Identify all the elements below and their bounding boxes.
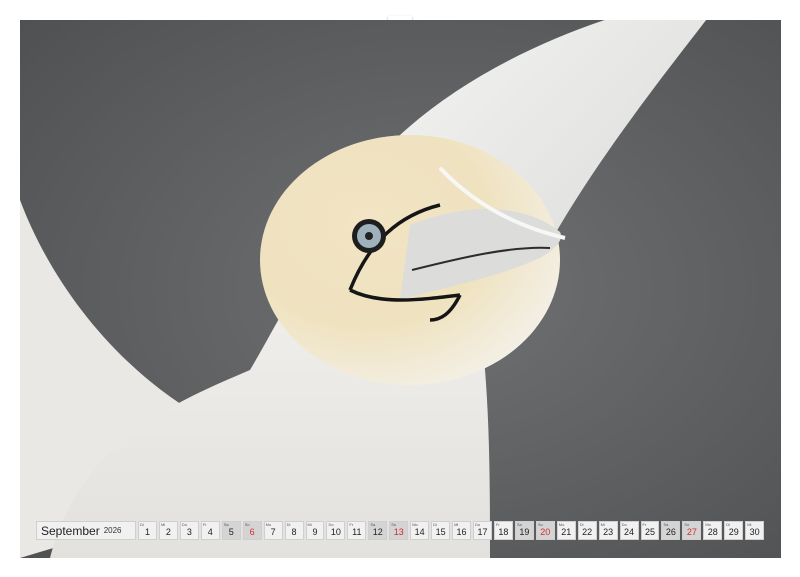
day-cell: Mo 7 [263, 521, 283, 540]
day-number: 27 [686, 527, 697, 537]
day-number: 29 [728, 527, 739, 537]
day-number: 24 [624, 527, 635, 537]
day-cell: So 6 [242, 521, 262, 540]
day-number: 11 [352, 527, 362, 537]
day-cell: Do 10 [326, 521, 346, 540]
day-number: 8 [291, 527, 297, 537]
day-number: 20 [540, 527, 551, 537]
day-number: 23 [603, 527, 614, 537]
day-number: 2 [165, 527, 171, 537]
day-cell: Mo 14 [410, 521, 430, 540]
day-cell: Mi 30 [745, 521, 765, 540]
day-cell: Sa 19 [514, 521, 534, 540]
day-cell: Fr 11 [347, 521, 367, 540]
day-cell: Di 15 [431, 521, 451, 540]
day-number: 12 [372, 527, 383, 537]
day-cell: Sa 5 [221, 521, 241, 540]
day-cell: Di 8 [284, 521, 304, 540]
calendar-strip: September 2026 Di 1 Mi 2 Do 3 Fr 4 Sa 5 So 6 Mo 7 Di 8 M… [36, 521, 765, 540]
day-number: 3 [186, 527, 192, 537]
day-number: 7 [270, 527, 276, 537]
day-number: 28 [707, 527, 718, 537]
day-number: 16 [456, 527, 467, 537]
day-cell: Di 29 [724, 521, 744, 540]
day-number: 22 [582, 527, 593, 537]
day-cell: Do 3 [179, 521, 199, 540]
day-number: 17 [477, 527, 488, 537]
day-cell: Fr 18 [493, 521, 513, 540]
day-number: 5 [228, 527, 234, 537]
day-cell: Fr 25 [640, 521, 660, 540]
day-cell: Do 17 [473, 521, 492, 540]
day-cell: Mi 16 [452, 521, 471, 540]
day-cell: Sa 12 [368, 521, 388, 540]
pupil [365, 232, 373, 240]
day-cell: So 27 [682, 521, 702, 540]
year: 2026 [103, 526, 122, 535]
month-name: September [41, 523, 100, 538]
day-cell: Di 1 [138, 521, 157, 540]
day-number: 13 [393, 527, 404, 537]
day-cell: Mo 28 [703, 521, 723, 540]
day-number: 18 [498, 527, 509, 537]
day-cells: Di 1 Mi 2 Do 3 Fr 4 Sa 5 So 6 Mo 7 Di 8 Mi 9 Do 10 Fr 11 Sa 12 S… [138, 521, 765, 540]
day-cell: Fr 4 [200, 521, 220, 540]
day-cell: Mi 9 [305, 521, 325, 540]
gannet-photo [20, 20, 781, 558]
day-cell: Mi 23 [598, 521, 618, 540]
day-number: 15 [435, 527, 446, 537]
day-number: 6 [249, 527, 255, 537]
day-number: 26 [665, 527, 676, 537]
day-number: 30 [749, 527, 760, 537]
day-number: 4 [207, 527, 213, 537]
day-cell: Do 24 [619, 521, 639, 540]
day-cell: So 13 [389, 521, 409, 540]
day-cell: Sa 26 [661, 521, 681, 540]
day-cell: Di 22 [577, 521, 597, 540]
day-number: 9 [312, 527, 318, 537]
day-cell: Mi 2 [158, 521, 178, 540]
day-number: 1 [144, 527, 150, 537]
day-number: 14 [414, 527, 425, 537]
gannet-illustration [20, 20, 781, 558]
day-number: 10 [330, 527, 341, 537]
day-number: 21 [561, 527, 572, 537]
day-cell: Mo 21 [556, 521, 576, 540]
month-label: September 2026 [36, 521, 136, 540]
day-cell: So 20 [535, 521, 555, 540]
day-number: 19 [519, 527, 530, 537]
day-number: 25 [644, 527, 655, 537]
